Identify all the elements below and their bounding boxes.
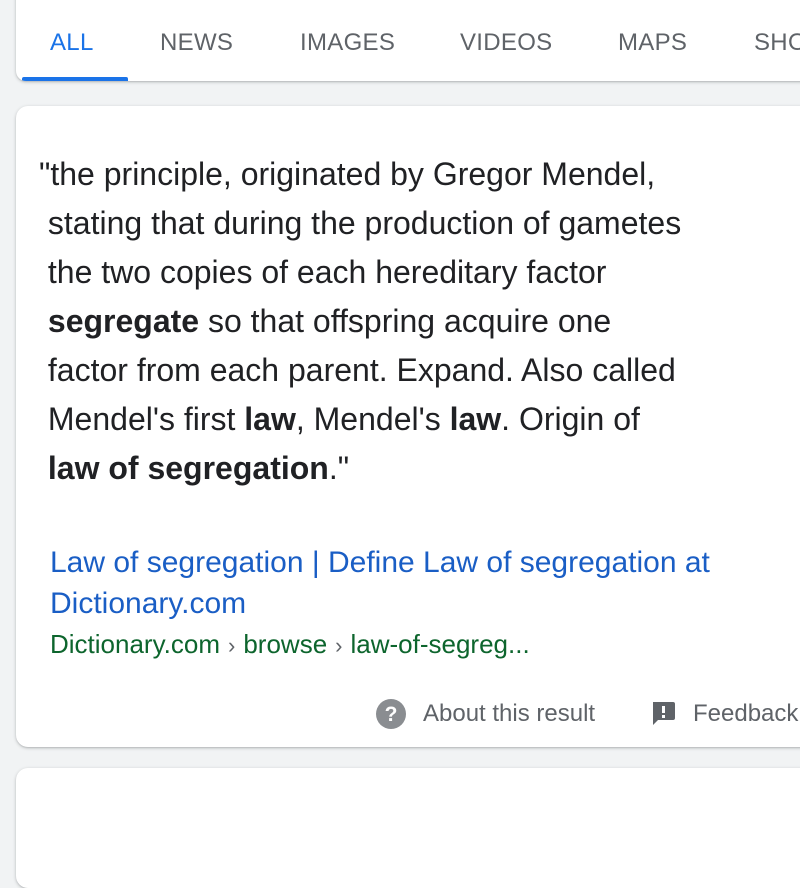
snippet-highlight: segregate	[39, 303, 200, 339]
result-snippet: "the principle, originated by Gregor Men…	[39, 150, 800, 493]
search-tabs-bar: ALL NEWS IMAGES VIDEOS MAPS SHO	[16, 0, 800, 81]
url-path-segment[interactable]: law-of-segreg...	[351, 629, 530, 659]
url-path-segment[interactable]: browse	[243, 629, 327, 659]
tab-all[interactable]: ALL	[50, 29, 94, 57]
search-result-card: "the principle, originated by Gregor Men…	[16, 106, 800, 747]
feedback-button[interactable]: Feedback	[650, 696, 798, 732]
tab-videos[interactable]: VIDEOS	[460, 29, 553, 57]
next-result-card	[16, 768, 800, 888]
snippet-line: the two copies of each hereditary factor	[39, 254, 607, 290]
help-circle-icon: ?	[376, 699, 406, 729]
url-domain[interactable]: Dictionary.com	[50, 629, 220, 659]
feedback-icon	[650, 700, 676, 728]
snippet-text: so that offspring acquire one	[199, 303, 612, 339]
snippet-text: , Mendel's	[295, 401, 450, 437]
snippet-line: stating that during the production of ga…	[39, 205, 682, 241]
snippet-text: ."	[328, 450, 350, 486]
result-title-line[interactable]: Dictionary.com	[50, 587, 246, 620]
result-title-line[interactable]: Law of segregation | Define Law of segre…	[50, 546, 710, 579]
breadcrumb-separator: ›	[335, 633, 343, 658]
result-footer: ? About this result Feedback	[16, 696, 800, 736]
snippet-text: Mendel's first	[39, 401, 245, 437]
tab-news[interactable]: NEWS	[160, 29, 233, 57]
about-this-result-label: About this result	[423, 700, 596, 727]
tab-shopping[interactable]: SHO	[754, 29, 800, 57]
snippet-line: "the principle, originated by Gregor Men…	[39, 156, 656, 192]
active-tab-indicator	[22, 77, 128, 81]
result-title-link[interactable]: Law of segregation | Define Law of segre…	[50, 542, 800, 624]
snippet-highlight: law	[244, 401, 296, 437]
snippet-line: factor from each parent. Expand. Also ca…	[39, 352, 676, 388]
result-url-breadcrumb[interactable]: Dictionary.com › browse › law-of-segreg...	[50, 628, 530, 662]
tab-images[interactable]: IMAGES	[300, 29, 395, 57]
snippet-highlight: law of segregation	[39, 450, 329, 486]
breadcrumb-separator: ›	[228, 633, 236, 658]
about-this-result-button[interactable]: ? About this result	[376, 696, 595, 732]
snippet-text: . Origin of	[501, 401, 640, 437]
snippet-highlight: law	[449, 401, 502, 437]
tab-maps[interactable]: MAPS	[618, 29, 687, 57]
feedback-label: Feedback	[693, 700, 799, 727]
